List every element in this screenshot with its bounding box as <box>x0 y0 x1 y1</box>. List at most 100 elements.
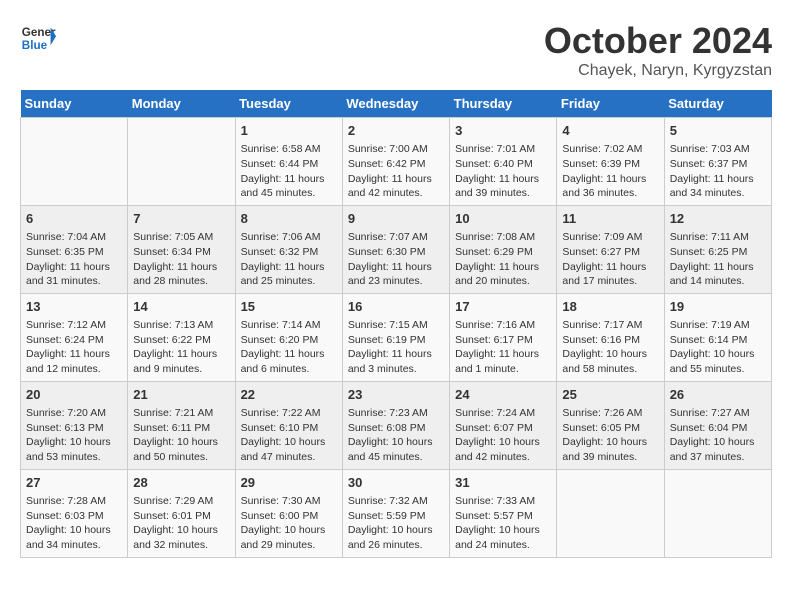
calendar-cell: 19 Sunrise: 7:19 AM Sunset: 6:14 PM Dayli… <box>664 293 771 381</box>
weekday-header-row: SundayMondayTuesdayWednesdayThursdayFrid… <box>21 90 772 118</box>
calendar-cell: 15 Sunrise: 7:14 AM Sunset: 6:20 PM Dayli… <box>235 293 342 381</box>
calendar-row-5: 27Sunrise: 7:28 AM Sunset: 6:03 PM Dayli… <box>21 469 772 557</box>
day-content: Sunrise: 7:06 AM Sunset: 6:32 PM Dayligh… <box>241 230 337 289</box>
calendar-cell: 11Sunrise: 7:09 AM Sunset: 6:27 PM Dayli… <box>557 205 664 293</box>
day-content: Sunrise: 7:12 AM Sunset: 6:24 PM Dayligh… <box>26 318 122 377</box>
calendar-cell: 10Sunrise: 7:08 AM Sunset: 6:29 PM Dayli… <box>450 205 557 293</box>
day-content: Sunrise: 6:58 AM Sunset: 6:44 PM Dayligh… <box>241 142 337 201</box>
day-number: 2 <box>348 122 444 140</box>
location: Chayek, Naryn, Kyrgyzstan <box>544 62 772 80</box>
weekday-header-monday: Monday <box>128 90 235 118</box>
day-content: Sunrise: 7:21 AM Sunset: 6:11 PM Dayligh… <box>133 406 229 465</box>
day-number: 26 <box>670 386 766 404</box>
weekday-header-tuesday: Tuesday <box>235 90 342 118</box>
calendar-cell: 2Sunrise: 7:00 AM Sunset: 6:42 PM Daylig… <box>342 118 449 206</box>
calendar-cell: 8 Sunrise: 7:06 AM Sunset: 6:32 PM Daylig… <box>235 205 342 293</box>
day-content: Sunrise: 7:09 AM Sunset: 6:27 PM Dayligh… <box>562 230 658 289</box>
calendar-cell: 9 Sunrise: 7:07 AM Sunset: 6:30 PM Daylig… <box>342 205 449 293</box>
day-number: 20 <box>26 386 122 404</box>
calendar-cell <box>664 469 771 557</box>
day-content: Sunrise: 7:29 AM Sunset: 6:01 PM Dayligh… <box>133 494 229 553</box>
calendar-cell: 27Sunrise: 7:28 AM Sunset: 6:03 PM Dayli… <box>21 469 128 557</box>
weekday-header-friday: Friday <box>557 90 664 118</box>
calendar-cell: 1 Sunrise: 6:58 AM Sunset: 6:44 PM Daylig… <box>235 118 342 206</box>
logo-icon: General Blue <box>20 20 56 56</box>
calendar-cell: 20 Sunrise: 7:20 AM Sunset: 6:13 PM Dayli… <box>21 381 128 469</box>
day-number: 1 <box>241 122 337 140</box>
day-number: 16 <box>348 298 444 316</box>
svg-text:Blue: Blue <box>22 39 48 52</box>
day-content: Sunrise: 7:13 AM Sunset: 6:22 PM Dayligh… <box>133 318 229 377</box>
day-number: 4 <box>562 122 658 140</box>
day-number: 6 <box>26 210 122 228</box>
weekday-header-sunday: Sunday <box>21 90 128 118</box>
day-number: 3 <box>455 122 551 140</box>
day-number: 15 <box>241 298 337 316</box>
title-block: October 2024 Chayek, Naryn, Kyrgyzstan <box>544 20 772 80</box>
day-number: 30 <box>348 474 444 492</box>
day-content: Sunrise: 7:02 AM Sunset: 6:39 PM Dayligh… <box>562 142 658 201</box>
day-number: 8 <box>241 210 337 228</box>
day-number: 22 <box>241 386 337 404</box>
day-number: 17 <box>455 298 551 316</box>
calendar-cell <box>128 118 235 206</box>
weekday-header-thursday: Thursday <box>450 90 557 118</box>
calendar-cell: 24 Sunrise: 7:24 AM Sunset: 6:07 PM Dayli… <box>450 381 557 469</box>
calendar-cell: 29 Sunrise: 7:30 AM Sunset: 6:00 PM Dayli… <box>235 469 342 557</box>
day-content: Sunrise: 7:03 AM Sunset: 6:37 PM Dayligh… <box>670 142 766 201</box>
calendar-cell: 30Sunrise: 7:32 AM Sunset: 5:59 PM Dayli… <box>342 469 449 557</box>
weekday-header-saturday: Saturday <box>664 90 771 118</box>
page-header: General Blue October 2024 Chayek, Naryn,… <box>20 20 772 80</box>
calendar-cell: 14 Sunrise: 7:13 AM Sunset: 6:22 PM Dayli… <box>128 293 235 381</box>
calendar-cell: 16 Sunrise: 7:15 AM Sunset: 6:19 PM Dayli… <box>342 293 449 381</box>
calendar-cell: 22Sunrise: 7:22 AM Sunset: 6:10 PM Dayli… <box>235 381 342 469</box>
calendar-cell: 5Sunrise: 7:03 AM Sunset: 6:37 PM Daylig… <box>664 118 771 206</box>
day-content: Sunrise: 7:28 AM Sunset: 6:03 PM Dayligh… <box>26 494 122 553</box>
day-content: Sunrise: 7:19 AM Sunset: 6:14 PM Dayligh… <box>670 318 766 377</box>
day-number: 29 <box>241 474 337 492</box>
day-content: Sunrise: 7:24 AM Sunset: 6:07 PM Dayligh… <box>455 406 551 465</box>
calendar-cell: 4 Sunrise: 7:02 AM Sunset: 6:39 PM Daylig… <box>557 118 664 206</box>
day-number: 12 <box>670 210 766 228</box>
calendar-cell: 12Sunrise: 7:11 AM Sunset: 6:25 PM Dayli… <box>664 205 771 293</box>
month-title: October 2024 <box>544 20 772 62</box>
weekday-header-wednesday: Wednesday <box>342 90 449 118</box>
day-content: Sunrise: 7:15 AM Sunset: 6:19 PM Dayligh… <box>348 318 444 377</box>
day-content: Sunrise: 7:07 AM Sunset: 6:30 PM Dayligh… <box>348 230 444 289</box>
day-number: 13 <box>26 298 122 316</box>
day-number: 25 <box>562 386 658 404</box>
calendar-cell: 7Sunrise: 7:05 AM Sunset: 6:34 PM Daylig… <box>128 205 235 293</box>
day-content: Sunrise: 7:08 AM Sunset: 6:29 PM Dayligh… <box>455 230 551 289</box>
calendar-cell: 25 Sunrise: 7:26 AM Sunset: 6:05 PM Dayli… <box>557 381 664 469</box>
day-number: 14 <box>133 298 229 316</box>
day-number: 24 <box>455 386 551 404</box>
calendar-cell: 31Sunrise: 7:33 AM Sunset: 5:57 PM Dayli… <box>450 469 557 557</box>
day-number: 18 <box>562 298 658 316</box>
day-number: 28 <box>133 474 229 492</box>
calendar-row-3: 13 Sunrise: 7:12 AM Sunset: 6:24 PM Dayli… <box>21 293 772 381</box>
calendar-cell <box>557 469 664 557</box>
calendar-cell: 23Sunrise: 7:23 AM Sunset: 6:08 PM Dayli… <box>342 381 449 469</box>
calendar-cell: 26 Sunrise: 7:27 AM Sunset: 6:04 PM Dayli… <box>664 381 771 469</box>
calendar-cell: 6 Sunrise: 7:04 AM Sunset: 6:35 PM Daylig… <box>21 205 128 293</box>
day-content: Sunrise: 7:05 AM Sunset: 6:34 PM Dayligh… <box>133 230 229 289</box>
day-content: Sunrise: 7:23 AM Sunset: 6:08 PM Dayligh… <box>348 406 444 465</box>
day-number: 31 <box>455 474 551 492</box>
day-content: Sunrise: 7:26 AM Sunset: 6:05 PM Dayligh… <box>562 406 658 465</box>
day-content: Sunrise: 7:20 AM Sunset: 6:13 PM Dayligh… <box>26 406 122 465</box>
day-content: Sunrise: 7:30 AM Sunset: 6:00 PM Dayligh… <box>241 494 337 553</box>
calendar-cell: 18Sunrise: 7:17 AM Sunset: 6:16 PM Dayli… <box>557 293 664 381</box>
calendar-row-4: 20 Sunrise: 7:20 AM Sunset: 6:13 PM Dayli… <box>21 381 772 469</box>
day-number: 19 <box>670 298 766 316</box>
day-content: Sunrise: 7:04 AM Sunset: 6:35 PM Dayligh… <box>26 230 122 289</box>
calendar-row-2: 6 Sunrise: 7:04 AM Sunset: 6:35 PM Daylig… <box>21 205 772 293</box>
day-content: Sunrise: 7:14 AM Sunset: 6:20 PM Dayligh… <box>241 318 337 377</box>
day-number: 9 <box>348 210 444 228</box>
calendar-cell: 28 Sunrise: 7:29 AM Sunset: 6:01 PM Dayli… <box>128 469 235 557</box>
day-content: Sunrise: 7:01 AM Sunset: 6:40 PM Dayligh… <box>455 142 551 201</box>
day-number: 21 <box>133 386 229 404</box>
day-content: Sunrise: 7:27 AM Sunset: 6:04 PM Dayligh… <box>670 406 766 465</box>
day-content: Sunrise: 7:16 AM Sunset: 6:17 PM Dayligh… <box>455 318 551 377</box>
calendar-cell: 13 Sunrise: 7:12 AM Sunset: 6:24 PM Dayli… <box>21 293 128 381</box>
calendar-cell: 3 Sunrise: 7:01 AM Sunset: 6:40 PM Daylig… <box>450 118 557 206</box>
